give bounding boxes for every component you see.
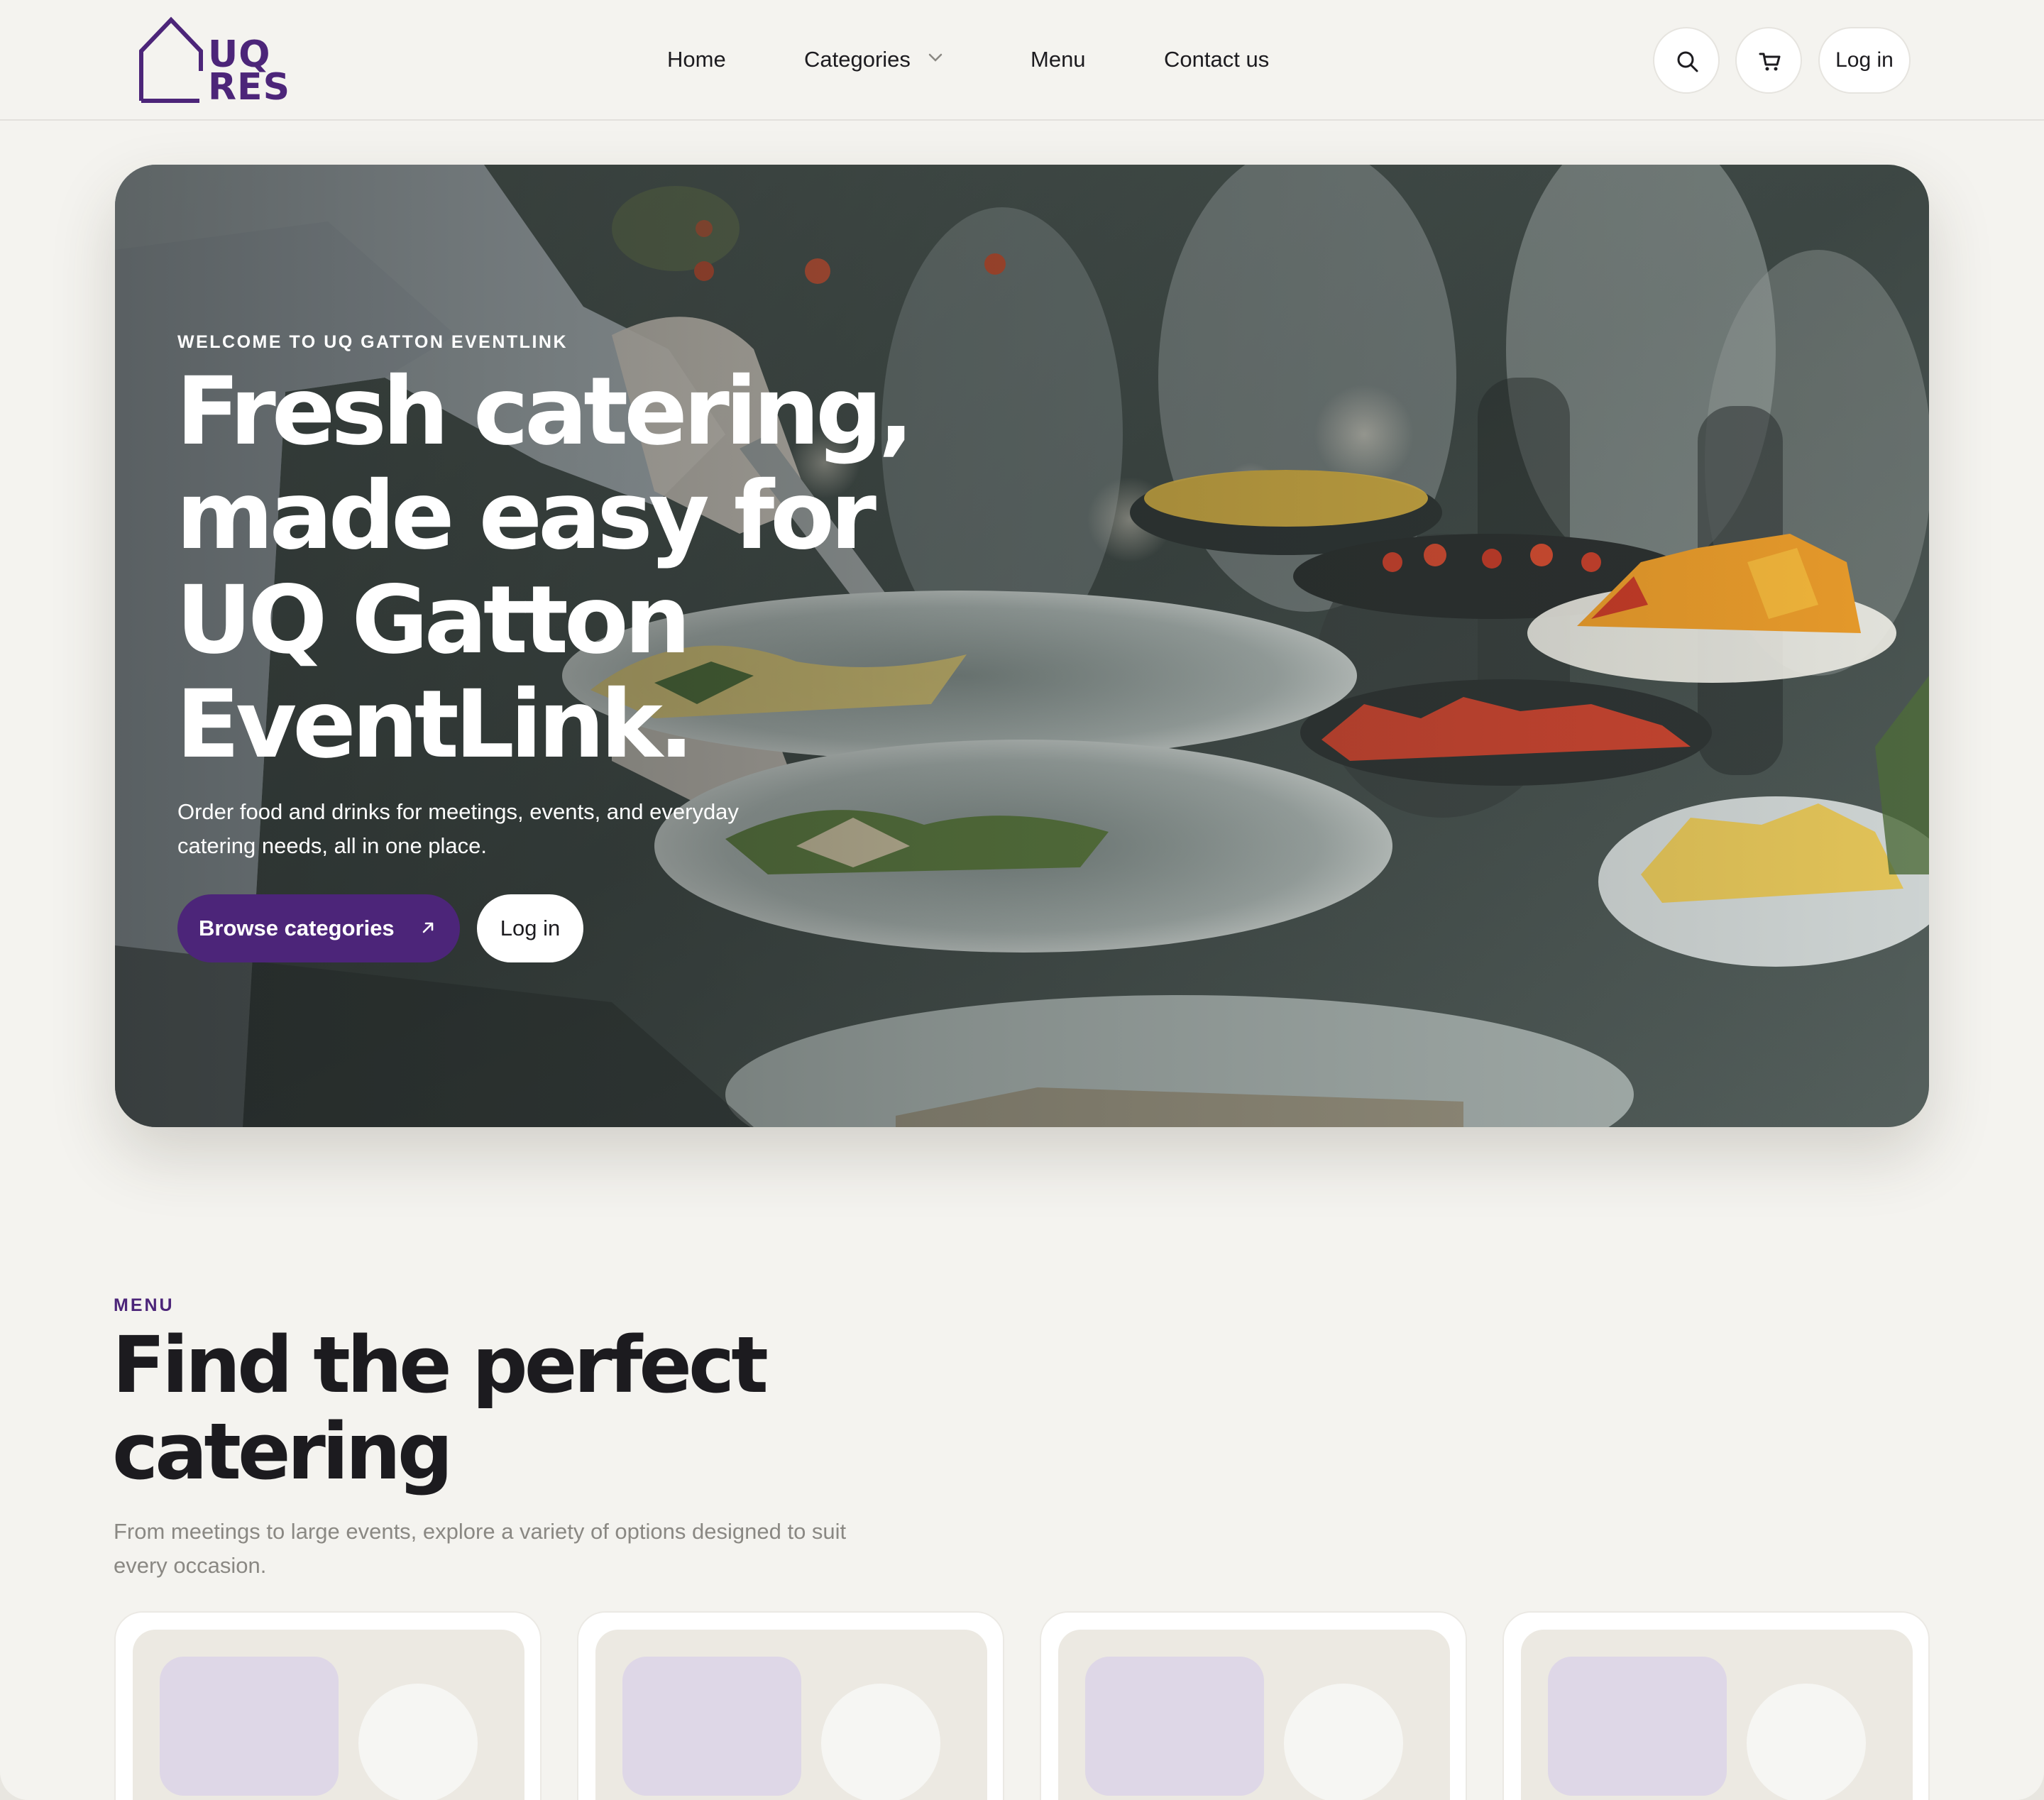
menu-eyebrow: MENU bbox=[114, 1295, 175, 1315]
category-card[interactable] bbox=[1040, 1611, 1467, 1800]
category-card[interactable] bbox=[577, 1611, 1004, 1800]
card-placeholder-circle bbox=[358, 1684, 478, 1800]
hero-eyebrow: WELCOME TO UQ GATTON EVENTLINK bbox=[177, 332, 568, 352]
search-icon bbox=[1677, 51, 1698, 72]
nav-categories[interactable]: Categories bbox=[804, 45, 911, 74]
nav-contact[interactable]: Contact us bbox=[1164, 45, 1269, 74]
site-header: UQ RES Home Categories Menu Contact us L… bbox=[0, 0, 2044, 121]
house-logo-icon bbox=[139, 16, 203, 103]
card-placeholder-circle bbox=[1747, 1684, 1866, 1800]
page: UQ RES Home Categories Menu Contact us L… bbox=[0, 0, 2044, 1800]
hero-title-line3: UQ Gatton bbox=[176, 566, 691, 675]
cart-button[interactable] bbox=[1735, 27, 1802, 94]
hero-login-button[interactable]: Log in bbox=[477, 894, 583, 962]
card-placeholder-circle bbox=[1284, 1684, 1403, 1800]
cart-icon bbox=[1759, 53, 1781, 71]
logo[interactable]: UQ RES bbox=[137, 16, 293, 109]
menu-section-subtitle: From meetings to large events, explore a… bbox=[114, 1519, 847, 1578]
category-card[interactable] bbox=[1502, 1611, 1930, 1800]
card-image-placeholder bbox=[1058, 1630, 1450, 1800]
header-login-button[interactable]: Log in bbox=[1818, 27, 1911, 94]
card-image-placeholder bbox=[1521, 1630, 1913, 1800]
category-card[interactable] bbox=[114, 1611, 542, 1800]
logo-text-line2: RES bbox=[208, 66, 291, 109]
hero-title-line1: Fresh catering, bbox=[176, 357, 914, 466]
search-button[interactable] bbox=[1653, 27, 1720, 94]
hero-subtitle: Order food and drinks for meetings, even… bbox=[177, 799, 739, 858]
hero-title-line2: made easy for bbox=[176, 461, 877, 571]
nav-home[interactable]: Home bbox=[667, 45, 726, 74]
nav-menu[interactable]: Menu bbox=[1031, 45, 1086, 74]
browse-categories-button[interactable]: Browse categories bbox=[177, 894, 460, 962]
card-placeholder-rect bbox=[622, 1657, 801, 1796]
card-image-placeholder bbox=[133, 1630, 524, 1800]
menu-title-line2: catering bbox=[112, 1406, 454, 1497]
arrow-up-right-icon bbox=[422, 922, 434, 933]
menu-title-line1: Find the perfect bbox=[112, 1319, 769, 1410]
menu-section-title: Find the perfect catering bbox=[112, 1322, 893, 1495]
hero-title-line4: EventLink. bbox=[176, 670, 694, 779]
card-image-placeholder bbox=[595, 1630, 987, 1800]
chevron-down-icon[interactable] bbox=[928, 53, 943, 62]
hero-title: Fresh catering, made easy for UQ Gatton … bbox=[176, 360, 943, 777]
hero-banner: WELCOME TO UQ GATTON EVENTLINK Fresh cat… bbox=[115, 165, 1929, 1127]
browse-categories-label: Browse categories bbox=[199, 916, 395, 940]
card-placeholder-rect bbox=[1085, 1657, 1264, 1796]
card-placeholder-rect bbox=[1548, 1657, 1727, 1796]
logo-text: UQ RES bbox=[208, 36, 291, 109]
card-placeholder-rect bbox=[160, 1657, 339, 1796]
card-placeholder-circle bbox=[821, 1684, 940, 1800]
